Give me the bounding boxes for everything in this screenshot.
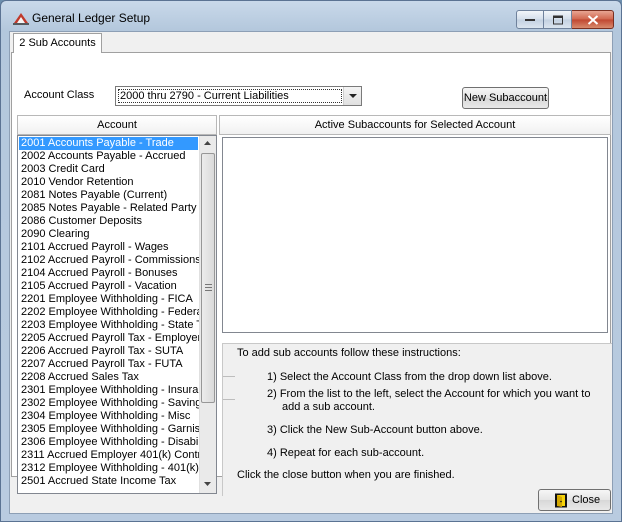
account-list-item[interactable]: 2304 Employee Withholding - Misc: [19, 410, 199, 423]
instructions-step-4: 4) Repeat for each sub-account.: [267, 447, 425, 459]
scroll-thumb[interactable]: [201, 153, 215, 403]
dropdown-arrow-button[interactable]: [343, 87, 361, 105]
account-list-item[interactable]: 2302 Employee Withholding - Savings: [19, 397, 199, 410]
general-ledger-setup-window: General Ledger Setup 2 Sub Accounts Acco…: [0, 0, 622, 522]
close-x-icon: [587, 14, 598, 25]
scroll-grip-icon: [205, 284, 212, 291]
account-class-label: Account Class: [24, 89, 95, 101]
account-list-item[interactable]: 2001 Accounts Payable - Trade: [19, 137, 198, 150]
account-list-item[interactable]: 2206 Accrued Payroll Tax - SUTA: [19, 345, 199, 358]
scroll-up-arrow-icon: [204, 141, 211, 145]
account-list-item[interactable]: 2208 Accrued Sales Tax: [19, 371, 199, 384]
account-list-item[interactable]: 2203 Employee Withholding - State T: [19, 319, 199, 332]
account-list-item[interactable]: 2085 Notes Payable - Related Party (: [19, 202, 199, 215]
account-list-items: 2001 Accounts Payable - Trade 2002 Accoun…: [19, 137, 199, 488]
account-list-item[interactable]: 2003 Credit Card: [19, 163, 199, 176]
active-subaccounts-header: Active Subaccounts for Selected Account: [219, 115, 611, 135]
account-list-item[interactable]: 2312 Employee Withholding - 401(k): [19, 462, 199, 475]
instructions-outro: Click the close button when you are fini…: [237, 469, 455, 481]
scroll-down-arrow-icon: [204, 482, 211, 486]
splitter-mark: [223, 376, 235, 377]
account-list-item[interactable]: 2102 Accrued Payroll - Commissions: [19, 254, 199, 267]
active-subaccounts-list[interactable]: [222, 137, 608, 333]
maximize-icon: [552, 15, 563, 24]
minimize-icon: [525, 18, 535, 21]
account-list-item[interactable]: 2086 Customer Deposits: [19, 215, 199, 228]
chevron-down-icon: [349, 94, 357, 98]
scroll-up-button[interactable]: [200, 136, 216, 152]
title-bar[interactable]: General Ledger Setup: [1, 1, 621, 33]
account-list-item[interactable]: 2105 Accrued Payroll - Vacation: [19, 280, 199, 293]
account-list-item[interactable]: 2207 Accrued Payroll Tax - FUTA: [19, 358, 199, 371]
account-list-item[interactable]: 2205 Accrued Payroll Tax - Employer: [19, 332, 199, 345]
tab-sub-accounts[interactable]: 2 Sub Accounts: [13, 33, 102, 53]
window-title: General Ledger Setup: [32, 11, 151, 25]
instructions-step-2-cont: add a sub account.: [282, 401, 375, 413]
app-logo-icon: [13, 13, 29, 25]
instructions-intro: To add sub accounts follow these instruc…: [237, 347, 461, 359]
account-list-item[interactable]: 2010 Vendor Retention: [19, 176, 199, 189]
window-close-button[interactable]: [572, 10, 614, 29]
instructions-step-2: 2) From the list to the left, select the…: [267, 388, 591, 400]
account-list-item[interactable]: 2101 Accrued Payroll - Wages: [19, 241, 199, 254]
tab-page-sub-accounts: Account Class 2000 thru 2790 - Current L…: [11, 52, 612, 496]
account-list-item[interactable]: 2501 Accrued State Income Tax: [19, 475, 199, 488]
account-list-item[interactable]: 2104 Accrued Payroll - Bonuses: [19, 267, 199, 280]
client-area: 2 Sub Accounts Account Class 2000 thru 2…: [9, 31, 613, 514]
scroll-down-button[interactable]: [200, 477, 216, 493]
account-list-item[interactable]: 2081 Notes Payable (Current): [19, 189, 199, 202]
account-list-scrollbar[interactable]: [199, 136, 216, 493]
account-list-item[interactable]: 2090 Clearing: [19, 228, 199, 241]
instructions-step-1: 1) Select the Account Class from the dro…: [267, 371, 552, 383]
account-list-item[interactable]: 2301 Employee Withholding - Insuran: [19, 384, 199, 397]
account-list-item[interactable]: 2306 Employee Withholding - Disabili: [19, 436, 199, 449]
account-list-item[interactable]: 2305 Employee Withholding - Garnish: [19, 423, 199, 436]
account-list-item[interactable]: 2202 Employee Withholding - Federal: [19, 306, 199, 319]
new-subaccount-button[interactable]: New Subaccount: [462, 87, 549, 109]
account-list[interactable]: 2001 Accounts Payable - Trade 2002 Accoun…: [17, 135, 217, 494]
close-button[interactable]: Close: [538, 489, 611, 511]
account-list-item[interactable]: 2311 Accrued Employer 401(k) Contri: [19, 449, 199, 462]
instructions-panel: To add sub accounts follow these instruc…: [222, 343, 612, 496]
splitter-mark: [223, 399, 235, 400]
exit-door-icon: [555, 493, 567, 508]
close-button-label: Close: [572, 494, 601, 506]
account-column-header: Account: [17, 115, 217, 135]
instructions-step-3: 3) Click the New Sub-Account button abov…: [267, 424, 483, 436]
account-list-item[interactable]: 2201 Employee Withholding - FICA: [19, 293, 199, 306]
account-class-dropdown[interactable]: 2000 thru 2790 - Current Liabilities: [115, 86, 362, 106]
account-list-item[interactable]: 2002 Accounts Payable - Accrued: [19, 150, 199, 163]
account-class-value: 2000 thru 2790 - Current Liabilities: [118, 89, 342, 103]
minimize-button[interactable]: [516, 10, 544, 29]
maximize-button[interactable]: [544, 10, 572, 29]
